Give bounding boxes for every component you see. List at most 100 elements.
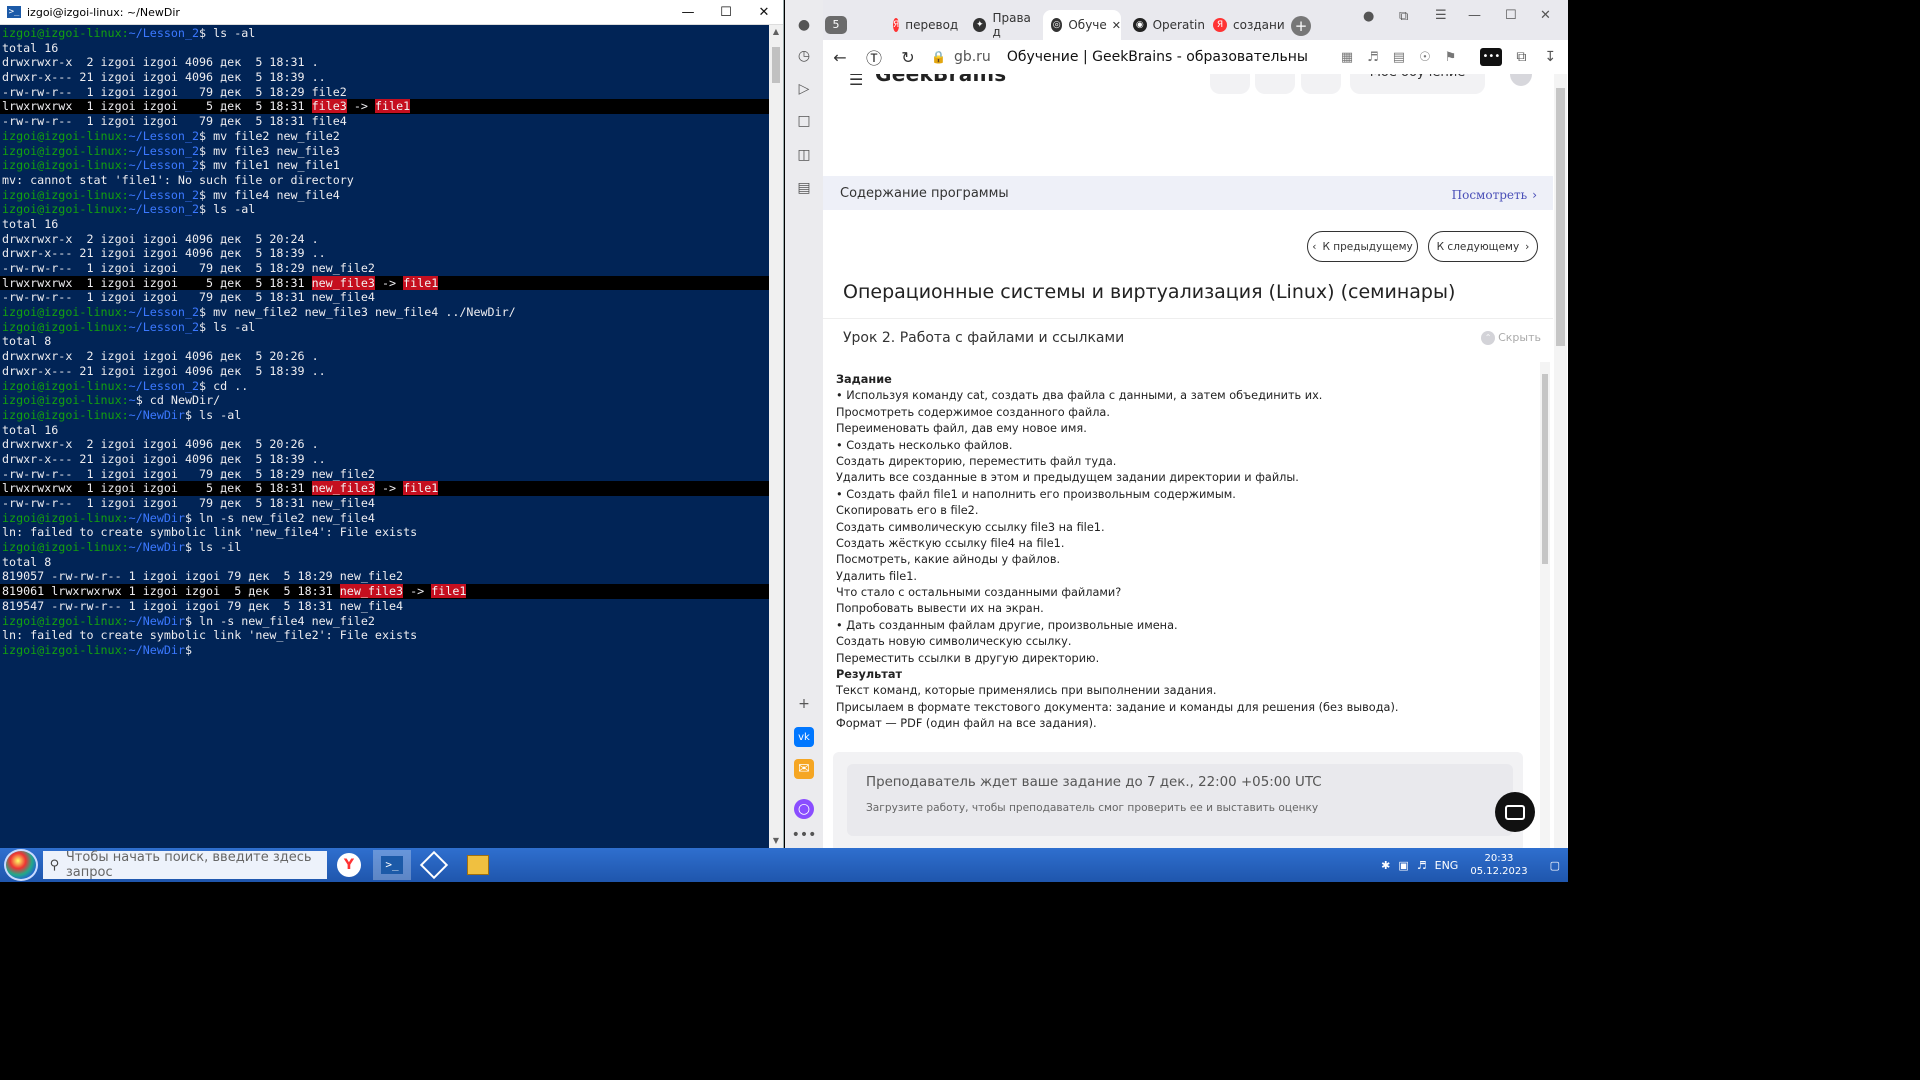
- more-icon[interactable]: •••: [792, 825, 817, 845]
- terminal-text: $ ls -al: [199, 319, 256, 334]
- terminal-text: $ mv file4 new_file4: [199, 187, 340, 202]
- tab-count-badge[interactable]: 5: [825, 16, 847, 34]
- download-icon[interactable]: ↧: [1544, 49, 1556, 65]
- prompt-user: izgoi@izgoi-linux:: [2, 26, 129, 40]
- reload-icon[interactable]: ↻: [891, 48, 925, 67]
- geekbrains-logo[interactable]: GeekBrains: [875, 74, 1006, 86]
- terminal-text: $ ls -il: [184, 540, 242, 555]
- history-icon[interactable]: ◷: [794, 46, 814, 66]
- next-lesson-button[interactable]: К следующему ›: [1428, 231, 1538, 262]
- terminal-text: drwxr-x--- 21 izgoi izgoi 4096 дек 5 18:…: [2, 246, 326, 261]
- language-indicator[interactable]: ENG: [1435, 859, 1459, 872]
- prompt-user: izgoi@izgoi-linux:: [2, 510, 129, 525]
- scroll-down-icon[interactable]: ▼: [769, 834, 783, 848]
- sidebar-toggle-icon[interactable]: ⧉: [1516, 49, 1526, 65]
- terminal-text: ln: failed to create symbolic link 'new_…: [2, 628, 418, 643]
- highlighted-filename: file1: [374, 99, 411, 114]
- maximize-button[interactable]: ☐: [1505, 8, 1517, 23]
- terminal-app[interactable]: >_: [373, 850, 411, 880]
- hide-button[interactable]: ⌃ Скрыть: [1481, 330, 1541, 345]
- menu-icon[interactable]: ☰: [1435, 8, 1447, 23]
- tab-github[interactable]: ◉ Operatin: [1125, 10, 1205, 40]
- terminal-text: $ ln -s new_file2 new_file4: [184, 510, 375, 525]
- prev-lesson-button[interactable]: ‹ К предыдущему: [1307, 231, 1418, 262]
- bookmarks-icon[interactable]: ▤: [794, 178, 814, 198]
- yandex-browser-app[interactable]: Y: [330, 850, 368, 880]
- scroll-up-icon[interactable]: ▲: [769, 25, 783, 39]
- program-link[interactable]: Посмотреть ›: [1452, 184, 1537, 203]
- notifications-icon[interactable]: [1210, 74, 1250, 94]
- tab-learning[interactable]: ◎ Обуче ✕: [1043, 10, 1121, 40]
- scrollbar-thumb[interactable]: [1556, 88, 1565, 346]
- clock-time: 20:33: [1484, 853, 1514, 864]
- page-scrollbar[interactable]: [1554, 74, 1567, 848]
- avatar[interactable]: [1510, 74, 1532, 86]
- start-button[interactable]: [4, 849, 38, 881]
- mail-icon[interactable]: ✉: [794, 759, 814, 779]
- support-chat-button[interactable]: [1495, 792, 1535, 832]
- virtualbox-app[interactable]: [415, 850, 453, 880]
- passwords-icon[interactable]: •••: [1480, 48, 1503, 66]
- my-learning-button[interactable]: Мое обучение: [1350, 74, 1485, 94]
- taskbar-search[interactable]: ⚲ Чтобы начать поиск, введите здесь запр…: [43, 850, 327, 880]
- github-icon: ◉: [1133, 18, 1147, 32]
- scrollbar-thumb[interactable]: [1542, 374, 1548, 564]
- explorer-app[interactable]: [459, 850, 497, 880]
- calendar-icon[interactable]: [1255, 74, 1295, 94]
- course-title: Операционные системы и виртуализация (Li…: [843, 281, 1456, 303]
- new-tab-icon[interactable]: +: [1291, 16, 1311, 36]
- clock[interactable]: 20:33 05.12.2023: [1470, 852, 1527, 878]
- volume-icon[interactable]: ♬: [1417, 859, 1427, 872]
- alice-icon[interactable]: ○: [794, 799, 814, 819]
- network-icon[interactable]: ▣: [1398, 859, 1408, 872]
- camera-icon[interactable]: ◫: [794, 145, 814, 165]
- chat-icon[interactable]: [1301, 74, 1341, 94]
- lock-icon[interactable]: 🔒: [931, 50, 946, 64]
- url-domain[interactable]: gb.ru: [954, 49, 991, 65]
- close-button[interactable]: ✕: [1540, 8, 1551, 23]
- add-panel-icon[interactable]: +: [794, 694, 814, 714]
- prompt-path: ~/Lesson_2: [128, 378, 200, 393]
- close-tab-icon[interactable]: ✕: [1112, 19, 1121, 32]
- terminal-output[interactable]: izgoi@izgoi-linux: ~/Lesson_2 $ ls -al tota…: [0, 25, 769, 848]
- minimize-button[interactable]: —: [669, 0, 707, 25]
- tabs-icon[interactable]: □: [794, 111, 814, 131]
- bluetooth-icon[interactable]: ✱: [1381, 859, 1390, 872]
- url-page-title[interactable]: Обучение | GeekBrains - образовательный.…: [1007, 49, 1307, 65]
- notifications-icon[interactable]: ▢: [1550, 859, 1560, 872]
- yandex-icon[interactable]: Ⓣ: [857, 45, 891, 69]
- terminal-text: 819547 -rw-rw-r-- 1 izgoi izgoi 79 дек 5…: [2, 598, 404, 613]
- minimize-button[interactable]: —: [1468, 8, 1481, 23]
- terminal-text: drwxrwxr-x 2 izgoi izgoi 4096 дек 5 20:2…: [2, 437, 319, 452]
- scrollbar-thumb[interactable]: [772, 47, 780, 83]
- prompt-path: ~: [128, 393, 136, 408]
- openai-icon: ✦: [973, 18, 987, 32]
- play-icon[interactable]: ▷: [794, 79, 814, 99]
- bookmark-icon[interactable]: ⚑: [1445, 50, 1457, 65]
- reader-icon[interactable]: ▤: [1393, 50, 1405, 65]
- tab-translate[interactable]: Я перевод: [885, 10, 958, 40]
- hamburger-icon[interactable]: ☰: [849, 74, 863, 89]
- collections-icon[interactable]: ⧉: [1399, 9, 1408, 24]
- tab-rights[interactable]: ✦ Права д: [965, 10, 1041, 40]
- close-button[interactable]: ✕: [745, 0, 783, 25]
- terminal-text: mv: cannot stat 'file1': No such file or…: [2, 172, 354, 187]
- profile-icon[interactable]: ●: [794, 15, 814, 35]
- terminal-line: total 16: [2, 41, 769, 56]
- maximize-button[interactable]: ☐: [707, 0, 745, 25]
- extensions-icon[interactable]: ▦: [1341, 50, 1353, 65]
- terminal-titlebar[interactable]: >_ izgoi@izgoi-linux: ~/NewDir — ☐ ✕: [0, 0, 783, 25]
- terminal-text: $ ls -al: [184, 407, 242, 422]
- account-icon[interactable]: ●: [1363, 9, 1374, 24]
- protect-icon[interactable]: ☉: [1419, 50, 1431, 65]
- vk-icon[interactable]: vk: [794, 727, 814, 747]
- task-scrollbar[interactable]: [1540, 362, 1550, 848]
- deadline-text: Преподаватель ждет ваше задание до 7 дек…: [866, 775, 1322, 790]
- back-icon[interactable]: ←: [823, 48, 857, 67]
- terminal-scrollbar[interactable]: ▲ ▼: [769, 25, 783, 848]
- terminal-line: -rw-rw-r-- 1 izgoi izgoi 79 дек 5 18:29 …: [2, 261, 769, 276]
- headphones-icon[interactable]: ♬: [1367, 50, 1379, 65]
- tab-create[interactable]: Я создани: [1205, 10, 1285, 40]
- terminal-text: ->: [374, 275, 404, 290]
- geekbrains-icon: ◎: [1051, 18, 1063, 32]
